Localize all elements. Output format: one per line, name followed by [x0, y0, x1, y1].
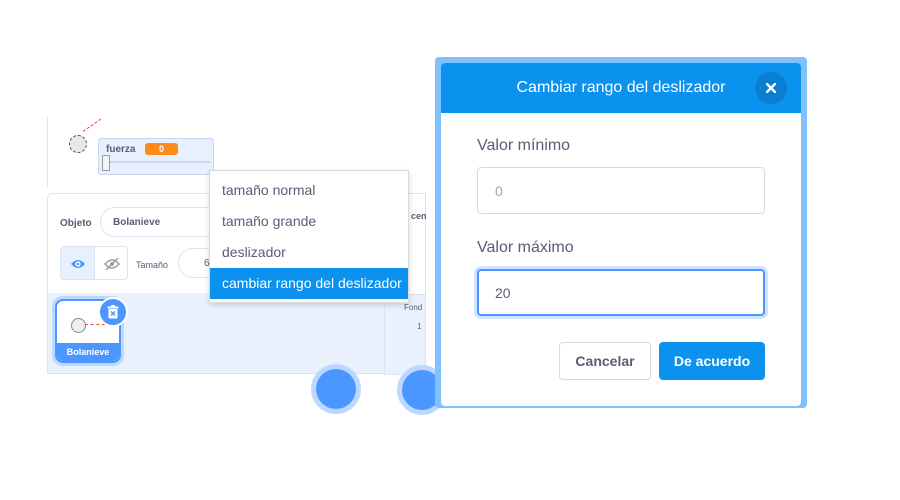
menu-item-normal-size[interactable]: tamaño normal — [210, 175, 408, 206]
sprite-direction-line — [82, 118, 102, 132]
variable-slider-monitor[interactable]: fuerza 0 — [98, 138, 214, 175]
sprite-list-pane: Bolanieve — [47, 293, 385, 409]
sprite-tile-name: Bolanieve — [57, 343, 119, 361]
dialog-header: Cambiar rango del deslizador — [441, 63, 801, 113]
monitor-label: fuerza — [106, 144, 136, 155]
slider-range-dialog: Cambiar rango del deslizador Valor mínim… — [441, 63, 801, 406]
backdrops-label: Fond — [404, 303, 423, 312]
stage-pane-title: cen — [411, 211, 427, 221]
monitor-slider-thumb[interactable] — [102, 155, 110, 171]
ok-button[interactable]: De acuerdo — [659, 342, 765, 380]
monitor-context-menu: tamaño normal tamaño grande deslizador c… — [209, 170, 409, 303]
close-icon — [766, 83, 776, 93]
cancel-button[interactable]: Cancelar — [559, 342, 651, 380]
snowball-sprite[interactable] — [69, 135, 87, 153]
add-sprite-button[interactable] — [316, 369, 356, 409]
menu-item-slider[interactable]: deslizador — [210, 237, 408, 268]
monitor-value: 0 — [145, 143, 178, 155]
show-sprite-button[interactable] — [61, 247, 95, 279]
max-value-label: Valor máximo — [477, 239, 574, 256]
monitor-slider-track[interactable] — [104, 161, 210, 163]
dialog-title: Cambiar rango del deslizador — [516, 79, 726, 96]
menu-item-large-size[interactable]: tamaño grande — [210, 206, 408, 237]
delete-sprite-button[interactable] — [98, 297, 128, 327]
hide-sprite-button[interactable] — [95, 247, 127, 279]
min-value-input[interactable] — [477, 167, 765, 214]
object-label: Objeto — [60, 218, 92, 229]
sprite-thumbnail-line — [85, 324, 105, 325]
visibility-toggle-group — [60, 246, 128, 280]
eye-icon — [70, 260, 85, 268]
close-button[interactable] — [755, 72, 787, 104]
sprite-thumbnail — [71, 318, 86, 333]
menu-item-change-slider-range[interactable]: cambiar rango del deslizador — [210, 268, 408, 299]
trash-icon — [107, 305, 119, 319]
eye-slash-icon — [104, 257, 120, 271]
size-label: Tamaño — [136, 260, 169, 270]
backdrops-count: 1 — [417, 322, 422, 331]
max-value-input[interactable] — [477, 269, 765, 316]
min-value-label: Valor mínimo — [477, 137, 571, 154]
